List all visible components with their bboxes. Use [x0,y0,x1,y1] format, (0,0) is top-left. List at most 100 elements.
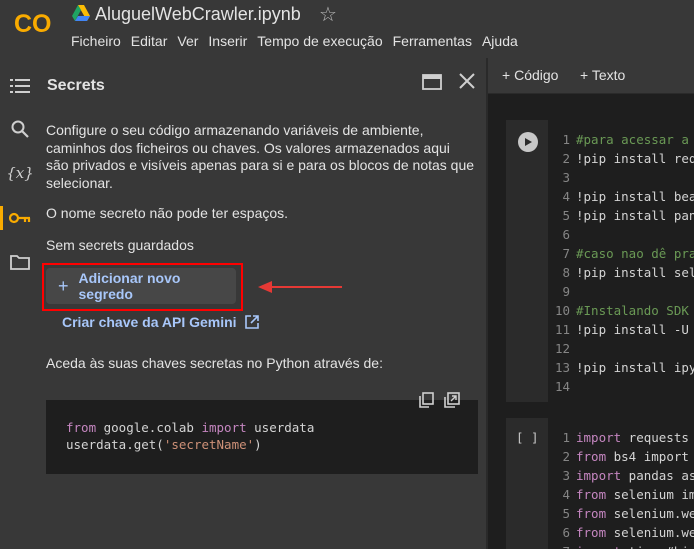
left-rail: {x} [0,58,38,549]
line-number: 11 [554,322,570,337]
colab-logo[interactable]: CO [14,10,56,36]
code-text: bs4 import [606,449,689,464]
folder-icon[interactable] [8,250,32,274]
run-cell-button[interactable] [518,132,538,152]
line-number: 14 [554,379,570,394]
add-code-cell-button[interactable]: + Código [502,67,558,83]
code-cell[interactable]: [ ] 1 import requests 2 from bs4 import 3 imp… [506,418,694,549]
code-line: 2 !pip install req [548,149,694,168]
menu-bar: Ficheiro Editar Ver Inserir Tempo de exe… [71,33,528,51]
code-text: selenium.we [606,506,694,521]
open-in-tab-icon[interactable] [422,74,442,90]
code-text: !pip install -U [576,322,689,337]
line-number: 6 [562,227,570,242]
close-icon[interactable] [458,72,476,90]
menu-help[interactable]: Ajuda [482,33,518,51]
code-text: selenium.we [606,525,694,540]
menu-view[interactable]: Ver [177,33,198,51]
code-line: 4 !pip install bea [548,187,694,206]
code-line: 8 !pip install sel [548,263,694,282]
code-text: !pip install sel [576,265,694,280]
code-keyword: from [576,449,607,464]
code-text: #para acessar a [576,132,689,147]
code-text: !pip install pan [576,208,694,223]
key-icon[interactable] [8,206,32,230]
insert-code-icon[interactable] [444,392,460,408]
star-icon[interactable]: ☆ [319,2,337,27]
create-gemini-key-link[interactable]: Criar chave da API Gemini [62,314,259,330]
gemini-link-label: Criar chave da API Gemini [62,314,237,330]
code-keyword: from [576,506,607,521]
code-keyword: import [576,544,621,549]
notebook-title[interactable]: AluguelWebCrawler.ipynb [95,4,301,25]
variables-icon[interactable]: {x} [6,161,34,185]
annotation-arrow-icon [258,281,342,293]
line-number: 8 [562,265,570,280]
line-number: 1 [562,430,570,445]
code-text: #caso nao dê pra [576,246,694,261]
code-text: time #bi [621,544,689,549]
line-number: 2 [562,151,570,166]
line-number: 3 [562,468,570,483]
cell-editor[interactable]: 1 #para acessar a 2 !pip install req 3 4 !pip … [548,120,694,402]
line-number: 7 [562,246,570,261]
menu-runtime[interactable]: Tempo de execução [257,33,382,51]
menu-tools[interactable]: Ferramentas [393,33,472,51]
code-line: 1 import requests [548,428,694,447]
line-number: 13 [554,360,570,375]
app-header: CO AluguelWebCrawler.ipynb ☆ Ficheiro Ed… [0,0,694,58]
google-drive-icon[interactable] [72,5,90,21]
code-text: pandas as [621,468,694,483]
code-cell[interactable]: 1 #para acessar a 2 !pip install req 3 4 !pip … [506,120,694,402]
code-line: 3 [548,168,694,187]
annotation-highlight-box [42,263,243,311]
menu-file[interactable]: Ficheiro [71,33,121,51]
snippet-text: ) [254,437,262,452]
code-text: !pip install ipy [576,360,694,375]
code-keyword: from [576,487,607,502]
code-line: 2 from bs4 import [548,447,694,466]
svg-text:CO: CO [14,10,52,36]
line-number: 3 [562,170,570,185]
secrets-panel: Secrets Configure o seu código armazenan… [38,58,486,549]
code-text: selenium im [606,487,694,502]
code-line: 1 #para acessar a [548,130,694,149]
code-line: 6 [548,225,694,244]
secret-name-note: O nome secreto não pode ter espaços. [46,205,289,221]
snippet-keyword: import [201,420,247,435]
code-line: 3 import pandas as [548,466,694,485]
code-line: 6 from selenium.we [548,523,694,542]
line-number: 7 [548,542,570,549]
play-icon [525,138,532,146]
code-text: requests [621,430,689,445]
add-code-label: Código [514,67,559,83]
snippet-text: userdata [246,420,315,435]
menu-edit[interactable]: Editar [131,33,168,51]
code-line: 4 from selenium im [548,485,694,504]
snippet-string: 'secretName' [163,437,255,452]
add-text-cell-button[interactable]: + Texto [580,67,625,83]
copy-icon[interactable] [418,392,434,408]
table-of-contents-icon[interactable] [8,74,32,98]
code-line: 5 !pip install pan [548,206,694,225]
active-indicator [0,206,3,230]
line-number: 5 [562,506,570,521]
code-text: !pip install bea [576,189,694,204]
cell-run-status[interactable]: [ ] [516,430,539,445]
menu-insert[interactable]: Inserir [208,33,247,51]
add-text-label: Texto [591,67,626,83]
code-keyword: import [576,430,622,445]
search-icon[interactable] [8,117,32,141]
cell-editor[interactable]: 1 import requests 2 from bs4 import 3 import … [548,418,694,549]
line-number: 6 [562,525,570,540]
line-number: 9 [562,284,570,299]
code-text: !pip install req [576,151,694,166]
code-line: 11 !pip install -U [548,320,694,339]
line-number: 4 [562,189,570,204]
code-line: 9 [548,282,694,301]
panel-description: Configure o seu código armazenando variá… [46,122,475,191]
line-number: 10 [554,303,570,318]
access-instructions: Aceda às suas chaves secretas no Python … [46,355,383,371]
notebook-area: + Código + Texto 1 #para acessar a 2 !pip i… [488,58,694,549]
snippet-toolbar [418,388,476,412]
